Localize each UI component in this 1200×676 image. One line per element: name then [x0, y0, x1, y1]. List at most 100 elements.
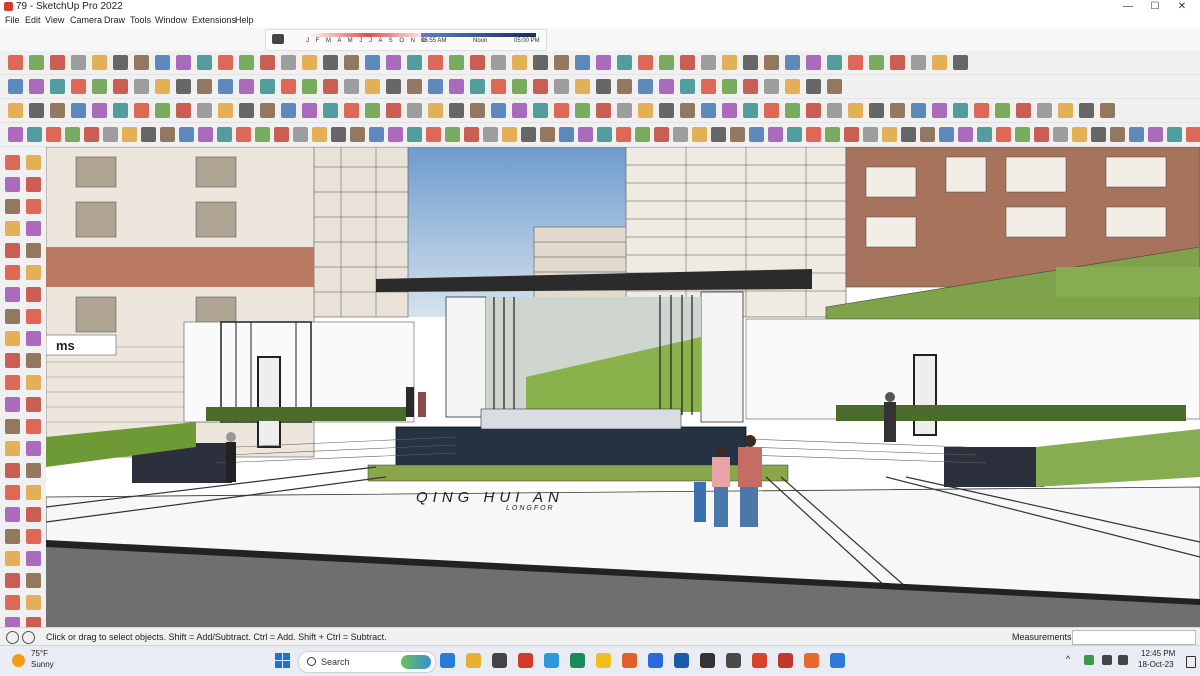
toolbar-tool-icon[interactable] [155, 79, 170, 94]
tool-palette-icon[interactable] [5, 331, 20, 346]
taskbar-app-icon[interactable] [544, 653, 559, 668]
toolbar-tool-icon[interactable] [680, 55, 695, 70]
toolbar-tool-icon[interactable] [939, 127, 954, 142]
toolbar-tool-icon[interactable] [141, 127, 156, 142]
toolbar-tool-icon[interactable] [344, 79, 359, 94]
toolbar-tool-icon[interactable] [65, 127, 80, 142]
toolbar-tool-icon[interactable] [1148, 127, 1163, 142]
toolbar-tool-icon[interactable] [71, 103, 86, 118]
toolbar-tool-icon[interactable] [890, 103, 905, 118]
toolbar-tool-icon[interactable] [71, 55, 86, 70]
taskbar-app-icon[interactable] [700, 653, 715, 668]
toolbar-tool-icon[interactable] [890, 55, 905, 70]
toolbar-tool-icon[interactable] [29, 79, 44, 94]
tool-palette-icon[interactable] [5, 199, 20, 214]
toolbar-tool-icon[interactable] [596, 55, 611, 70]
toolbar-tool-icon[interactable] [680, 79, 695, 94]
toolbar-tool-icon[interactable] [239, 55, 254, 70]
help-icon[interactable] [22, 631, 35, 644]
taskbar-app-icon[interactable] [726, 653, 741, 668]
tool-palette-icon[interactable] [5, 221, 20, 236]
toolbar-tool-icon[interactable] [197, 55, 212, 70]
toolbar-tool-icon[interactable] [449, 55, 464, 70]
toolbar-tool-icon[interactable] [113, 55, 128, 70]
model-viewport[interactable]: ms QING HUI AN LONGFOR [46, 147, 1200, 627]
volume-icon[interactable] [1118, 655, 1128, 665]
toolbar-tool-icon[interactable] [764, 55, 779, 70]
tool-palette-icon[interactable] [26, 551, 41, 566]
toolbar-tool-icon[interactable] [617, 103, 632, 118]
toolbar-tool-icon[interactable] [197, 79, 212, 94]
toolbar-tool-icon[interactable] [512, 55, 527, 70]
menu-extensions[interactable]: Extensions [192, 13, 236, 28]
toolbar-tool-icon[interactable] [1072, 127, 1087, 142]
toolbar-tool-icon[interactable] [827, 103, 842, 118]
toolbar-tool-icon[interactable] [764, 103, 779, 118]
tool-palette-icon[interactable] [26, 221, 41, 236]
toolbar-tool-icon[interactable] [1058, 103, 1073, 118]
tool-palette-icon[interactable] [26, 199, 41, 214]
toolbar-tool-icon[interactable] [616, 127, 631, 142]
toolbar-tool-icon[interactable] [350, 127, 365, 142]
tool-palette-icon[interactable] [5, 309, 20, 324]
toolbar-tool-icon[interactable] [958, 127, 973, 142]
toolbar-tool-icon[interactable] [323, 79, 338, 94]
minimize-button[interactable]: — [1115, 0, 1141, 13]
toolbar-tool-icon[interactable] [575, 55, 590, 70]
toolbar-tool-icon[interactable] [743, 79, 758, 94]
toolbar-tool-icon[interactable] [449, 103, 464, 118]
toolbar-tool-icon[interactable] [575, 103, 590, 118]
toolbar-tool-icon[interactable] [575, 79, 590, 94]
toolbar-tool-icon[interactable] [785, 55, 800, 70]
toolbar-tool-icon[interactable] [426, 127, 441, 142]
tool-palette-icon[interactable] [26, 309, 41, 324]
taskbar-app-icon[interactable] [466, 653, 481, 668]
toolbar-tool-icon[interactable] [386, 55, 401, 70]
taskbar-app-icon[interactable] [622, 653, 637, 668]
menu-view[interactable]: View [45, 13, 64, 28]
toolbar-tool-icon[interactable] [179, 127, 194, 142]
tool-palette-icon[interactable] [26, 419, 41, 434]
toolbar-tool-icon[interactable] [806, 79, 821, 94]
toolbar-tool-icon[interactable] [638, 55, 653, 70]
toolbar-tool-icon[interactable] [785, 79, 800, 94]
toolbar-tool-icon[interactable] [218, 55, 233, 70]
toolbar-tool-icon[interactable] [596, 103, 611, 118]
tool-palette-icon[interactable] [5, 397, 20, 412]
toolbar-tool-icon[interactable] [654, 127, 669, 142]
toolbar-tool-icon[interactable] [533, 55, 548, 70]
toolbar-tool-icon[interactable] [260, 79, 275, 94]
menu-file[interactable]: File [5, 13, 20, 28]
toolbar-tool-icon[interactable] [692, 127, 707, 142]
start-button[interactable] [275, 653, 290, 668]
toolbar-tool-icon[interactable] [911, 103, 926, 118]
close-button[interactable]: ✕ [1169, 0, 1195, 13]
toolbar-tool-icon[interactable] [1016, 103, 1031, 118]
toolbar-tool-icon[interactable] [155, 55, 170, 70]
tool-palette-icon[interactable] [26, 243, 41, 258]
toolbar-tool-icon[interactable] [8, 79, 23, 94]
toolbar-tool-icon[interactable] [491, 55, 506, 70]
toolbar-tool-icon[interactable] [134, 79, 149, 94]
toolbar-tool-icon[interactable] [113, 79, 128, 94]
toolbar-tool-icon[interactable] [407, 79, 422, 94]
toolbar-tool-icon[interactable] [920, 127, 935, 142]
toolbar-tool-icon[interactable] [806, 103, 821, 118]
toolbar-tool-icon[interactable] [198, 127, 213, 142]
tool-palette-icon[interactable] [26, 155, 41, 170]
toolbar-tool-icon[interactable] [323, 103, 338, 118]
toolbar-tool-icon[interactable] [540, 127, 555, 142]
toolbar-tool-icon[interactable] [722, 103, 737, 118]
toolbar-tool-icon[interactable] [281, 103, 296, 118]
display-shadows-icon[interactable] [272, 34, 284, 44]
toolbar-tool-icon[interactable] [312, 127, 327, 142]
tool-palette-icon[interactable] [5, 375, 20, 390]
toolbar-tool-icon[interactable] [512, 103, 527, 118]
toolbar-tool-icon[interactable] [521, 127, 536, 142]
tool-palette-icon[interactable] [26, 265, 41, 280]
toolbar-tool-icon[interactable] [331, 127, 346, 142]
maximize-button[interactable]: ☐ [1142, 0, 1168, 13]
taskbar-app-icon[interactable] [778, 653, 793, 668]
toolbar-tool-icon[interactable] [470, 103, 485, 118]
tray-app-icon[interactable] [1084, 655, 1094, 665]
